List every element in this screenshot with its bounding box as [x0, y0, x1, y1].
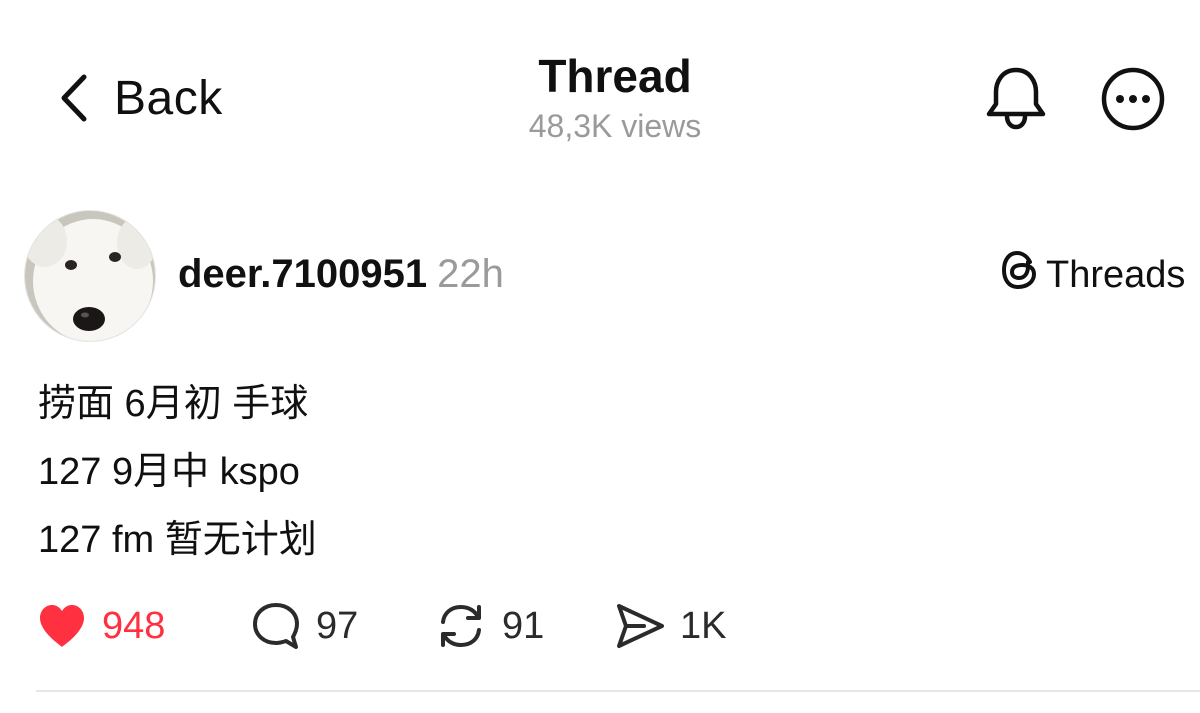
page-title: Thread [538, 50, 692, 102]
heart-icon [36, 602, 88, 650]
repost-icon [434, 600, 488, 652]
dog-avatar-icon [25, 211, 155, 341]
back-label: Back [114, 71, 223, 125]
repost-button[interactable]: 91 [434, 596, 544, 656]
username[interactable]: deer.7100951 [178, 252, 427, 296]
post-actions: 948 97 91 1K [0, 596, 1200, 656]
back-button[interactable]: Back [56, 70, 223, 126]
threads-source-label: Threads [1046, 253, 1186, 296]
top-navigation-bar: Back Thread 48,3K views [0, 0, 1200, 170]
divider [36, 690, 1200, 692]
author-line: deer.7100951 22h [178, 246, 504, 302]
threads-source-badge[interactable]: Threads [1000, 251, 1186, 298]
chevron-left-icon [56, 73, 90, 123]
send-icon [614, 601, 666, 651]
view-count: 48,3K views [528, 108, 702, 144]
comment-button[interactable]: 97 [250, 596, 358, 656]
title-block: Thread 48,3K views [400, 48, 830, 148]
post-text-line: 127 9月中 kspo [38, 451, 300, 493]
notifications-button[interactable] [984, 64, 1048, 130]
post-text-line: 捞面 6月初 手球 [38, 383, 309, 425]
more-icon [1100, 67, 1166, 136]
avatar[interactable] [24, 210, 156, 342]
more-options-button[interactable] [1100, 66, 1166, 132]
comment-count: 97 [316, 604, 359, 647]
post-time: 22h [437, 252, 504, 296]
share-button[interactable]: 1K [614, 596, 726, 656]
repost-count: 91 [502, 604, 545, 647]
bell-icon [984, 67, 1048, 134]
post-text-line: 127 fm 暂无计划 [38, 519, 317, 561]
comment-icon [250, 600, 302, 652]
like-button[interactable]: 948 [36, 596, 165, 656]
post-body: 捞面 6月初 手球 127 9月中 kspo 127 fm 暂无计划 [38, 370, 317, 574]
threads-logo-icon [1000, 248, 1046, 302]
share-count: 1K [680, 604, 727, 647]
like-count: 948 [102, 604, 166, 647]
